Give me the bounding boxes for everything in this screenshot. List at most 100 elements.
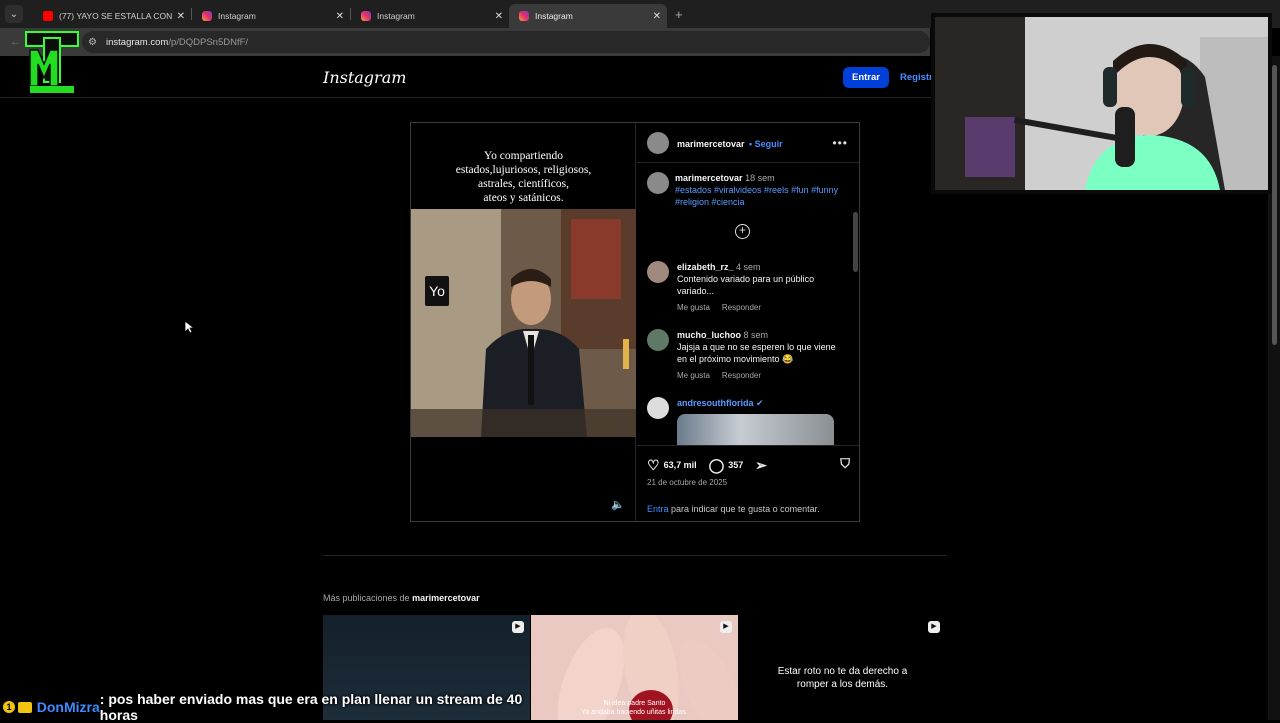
login-prompt: Entra para indicar que te gusta o coment… xyxy=(647,504,820,514)
commenter-avatar[interactable] xyxy=(647,261,669,283)
video-caption-text: Yo compartiendo estados,lujuriosos, reli… xyxy=(455,150,592,204)
more-posts-heading: Más publicaciones de marimercetovar xyxy=(323,593,480,603)
instagram-icon xyxy=(202,11,212,21)
reel-video[interactable]: Yo compartiendo estados,lujuriosos, reli… xyxy=(411,123,636,521)
post-card: Yo compartiendo estados,lujuriosos, reli… xyxy=(410,122,860,522)
video-frame xyxy=(411,209,636,437)
caption-time: 18 sem xyxy=(745,173,775,183)
comments-scrollbar[interactable] xyxy=(853,212,858,272)
like-heart-icon[interactable]: ♡ xyxy=(647,457,660,474)
login-button[interactable]: Entrar xyxy=(843,67,889,88)
instagram-icon xyxy=(361,11,371,21)
comment-like-link[interactable]: Me gusta xyxy=(677,303,710,312)
tab-close-icon[interactable]: ✕ xyxy=(653,11,661,22)
commenter-avatar[interactable] xyxy=(647,397,669,419)
verified-badge-icon: ✔ xyxy=(756,398,764,408)
comment-text: Contenido variado para un público variad… xyxy=(677,274,815,296)
stream-chat-message: 1 DonMizra : pos haber enviado mas que e… xyxy=(0,691,560,723)
comment-username[interactable]: elizabeth_rz_ xyxy=(677,262,734,272)
comment-count: 357 xyxy=(728,460,744,470)
comment-image-thumbnail[interactable] xyxy=(677,414,834,445)
yo-label-badge: Yo xyxy=(425,276,449,306)
comments-list[interactable]: marimercetovar 18 sem #estados #viralvid… xyxy=(637,164,860,446)
post-grid-tile[interactable]: Estar roto no te da derecho a romper a l… xyxy=(739,615,946,720)
more-posts-author[interactable]: marimercetovar xyxy=(412,593,480,603)
reel-icon: ▶ xyxy=(928,621,940,633)
mouse-cursor-icon xyxy=(184,320,194,334)
tab-instagram-1[interactable]: Instagram ✕ xyxy=(192,4,350,28)
comment-username[interactable]: andresouthflorida xyxy=(677,398,754,408)
login-prompt-text: para indicar que te gusta o comentar. xyxy=(668,504,820,514)
url-field[interactable]: ⚙ instagram.com/p/DQDPSn5DNfF/ xyxy=(82,31,930,53)
like-count: 63,7 mil xyxy=(663,460,697,470)
caption-hashtags[interactable]: #estados #viralvideos #reels #fun #funny… xyxy=(675,185,838,207)
tab-title: Instagram xyxy=(218,11,256,21)
url-path: /p/DQDPSn5DNfF/ xyxy=(168,36,249,48)
tab-instagram-active[interactable]: Instagram ✕ xyxy=(509,4,667,28)
tab-search-chevron-icon[interactable]: ⌄ xyxy=(5,5,23,23)
more-options-icon[interactable]: ••• xyxy=(832,136,848,150)
comment-body: mucho_luchoo 8 sem Jajsja a que no se es… xyxy=(677,329,847,382)
chat-message-text: : pos haber enviado mas que era en plan … xyxy=(99,691,523,723)
tab-title: Instagram xyxy=(377,11,415,21)
save-bookmark-icon[interactable]: ⛉ xyxy=(840,456,850,472)
login-link[interactable]: Entra xyxy=(647,504,669,514)
url-text: instagram.com/p/DQDPSn5DNfF/ xyxy=(106,37,248,48)
post-author-header: marimercetovar • Seguir ••• xyxy=(637,123,860,163)
new-tab-plus-icon[interactable]: + xyxy=(675,7,683,22)
follow-link[interactable]: Seguir xyxy=(755,139,783,149)
comment-username[interactable]: mucho_luchoo xyxy=(677,330,741,340)
author-line: marimercetovar • Seguir xyxy=(677,134,783,152)
youtube-icon xyxy=(43,11,53,21)
comment-time: 8 sem xyxy=(743,330,769,340)
reel-icon: ▶ xyxy=(512,621,524,633)
author-avatar[interactable] xyxy=(647,131,669,154)
tab-close-icon[interactable]: ✕ xyxy=(177,11,185,22)
site-info-icon[interactable]: ⚙ xyxy=(88,37,104,48)
tile-overlay-text: Estar roto no te da derecho a romper a l… xyxy=(777,666,908,690)
chat-username: DonMizra xyxy=(36,699,100,715)
tab-title: Instagram xyxy=(535,11,573,21)
streamer-webcam xyxy=(931,13,1272,194)
comment-body: elizabeth_rz_ 4 sem Contenido variado pa… xyxy=(677,261,847,314)
more-posts-prefix: Más publicaciones de xyxy=(323,593,413,603)
url-domain: instagram.com xyxy=(106,36,169,48)
comment-text: Jajsja a que no se esperen lo que viene … xyxy=(677,342,836,364)
section-divider xyxy=(323,555,947,556)
commenter-avatar[interactable] xyxy=(647,329,669,351)
reel-icon: ▶ xyxy=(720,621,732,633)
tile-overlay-text: Ni idea padre Santo Yo andaba haciendo u… xyxy=(581,700,688,716)
author-avatar[interactable] xyxy=(647,172,669,194)
streamer-logo xyxy=(25,31,79,93)
post-grid-tile[interactable]: Ni idea padre Santo Yo andaba haciendo u… xyxy=(531,615,738,720)
comment-time: 4 sem xyxy=(736,262,761,272)
page-scrollbar-thumb[interactable] xyxy=(1272,65,1277,345)
load-more-comments-icon[interactable]: + xyxy=(735,224,750,239)
caption-body: marimercetovar 18 sem #estados #viralvid… xyxy=(675,172,845,208)
comment-body: andresouthflorida ✔ xyxy=(677,397,847,409)
crown-badge-icon xyxy=(17,701,32,713)
mute-icon[interactable]: 🔈 xyxy=(611,498,625,511)
instagram-icon xyxy=(519,11,529,21)
comment-like-link[interactable]: Me gusta xyxy=(677,371,710,380)
tab-youtube[interactable]: (77) YAYO SE ESTALLA CON LO... ✕ xyxy=(33,4,191,28)
tab-instagram-2[interactable]: Instagram ✕ xyxy=(351,4,509,28)
chat-badge-icon: 1 xyxy=(3,701,15,713)
post-actions: ♡ 63,7 mil ◯ 357 ➢ ⛉ xyxy=(647,456,850,474)
share-send-icon[interactable]: ➢ xyxy=(755,457,767,474)
back-arrow-icon[interactable]: ← xyxy=(10,36,21,48)
comment-actions: Me gusta Responder xyxy=(677,370,847,382)
comment-bubble-icon[interactable]: ◯ xyxy=(709,457,725,474)
comment-reply-link[interactable]: Responder xyxy=(722,371,761,380)
comment-reply-link[interactable]: Responder xyxy=(722,303,761,312)
caption-username[interactable]: marimercetovar xyxy=(675,173,743,183)
comment-actions: Me gusta Responder xyxy=(677,302,847,314)
tab-title: (77) YAYO SE ESTALLA CON LO... xyxy=(59,11,173,21)
instagram-logo[interactable]: Instagram xyxy=(323,68,406,87)
author-username[interactable]: marimercetovar xyxy=(677,139,745,149)
tab-close-icon[interactable]: ✕ xyxy=(495,11,503,22)
post-date: 21 de octubre de 2025 xyxy=(647,478,728,487)
post-sidebar: marimercetovar • Seguir ••• marimercetov… xyxy=(637,123,860,521)
tab-close-icon[interactable]: ✕ xyxy=(336,11,344,22)
address-bar: ← ⚙ instagram.com/p/DQDPSn5DNfF/ xyxy=(0,28,930,56)
